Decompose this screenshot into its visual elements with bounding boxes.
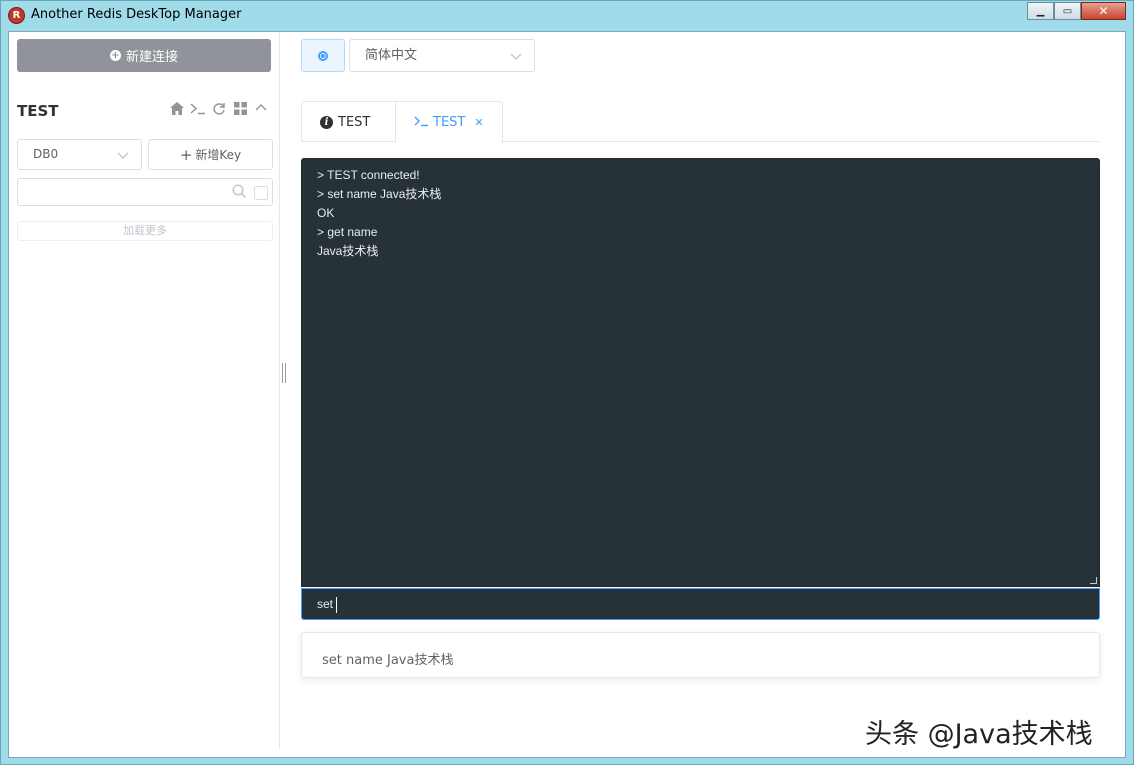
console-line: OK bbox=[317, 206, 335, 220]
collapse-icon[interactable] bbox=[253, 102, 269, 120]
tab-bar: i TEST TEST ✕ bbox=[301, 101, 1100, 143]
exact-search-checkbox[interactable] bbox=[254, 186, 268, 200]
console-line: > set name Java技术栈 bbox=[317, 187, 442, 201]
new-connection-label: 新建连接 bbox=[125, 50, 178, 65]
autocomplete-item[interactable]: set name Java技术栈 bbox=[302, 633, 1099, 679]
window-title: Another Redis DeskTop Manager bbox=[31, 7, 242, 22]
plus-icon: + bbox=[179, 145, 193, 164]
console-line: > get name bbox=[317, 225, 378, 239]
chevron-down-icon bbox=[117, 140, 129, 169]
close-icon[interactable]: ✕ bbox=[474, 116, 483, 129]
terminal-icon bbox=[414, 115, 429, 131]
home-icon[interactable] bbox=[169, 102, 185, 120]
theme-toggle-button[interactable] bbox=[301, 39, 345, 72]
plus-circle-icon: + bbox=[109, 50, 121, 61]
panel-splitter[interactable] bbox=[282, 363, 286, 383]
language-select-value: 简体中文 bbox=[365, 48, 418, 63]
app-window: R Another Redis DeskTop Manager ▁ ▭ ✕ + … bbox=[0, 0, 1134, 765]
database-select[interactable]: DB0 bbox=[17, 139, 142, 170]
sidebar: + 新建连接 TEST DB0 + 新增Key 加载更多 bbox=[9, 32, 280, 749]
chevron-down-icon bbox=[510, 40, 522, 71]
app-logo-icon: R bbox=[8, 7, 25, 24]
refresh-icon[interactable] bbox=[211, 102, 227, 120]
autocomplete-dropdown: set name Java技术栈 bbox=[301, 632, 1100, 678]
tab-status[interactable]: i TEST bbox=[301, 101, 396, 142]
key-search-input[interactable] bbox=[17, 178, 273, 206]
connection-name[interactable]: TEST bbox=[17, 102, 59, 120]
theme-icon bbox=[318, 50, 328, 61]
terminal-icon[interactable] bbox=[190, 102, 206, 120]
new-key-label: 新增Key bbox=[195, 148, 242, 162]
watermark: 头条 @Java技术栈 bbox=[865, 719, 1093, 750]
close-window-button[interactable]: ✕ bbox=[1081, 2, 1126, 20]
client-area: + 新建连接 TEST DB0 + 新增Key 加载更多 简体中文 i TEST… bbox=[8, 31, 1126, 758]
grid-icon[interactable] bbox=[232, 102, 248, 120]
new-key-button[interactable]: + 新增Key bbox=[148, 139, 273, 170]
console-line: Java技术栈 bbox=[317, 244, 379, 258]
info-icon: i bbox=[320, 115, 333, 129]
console-line: > TEST connected! bbox=[317, 168, 420, 182]
command-input[interactable]: set bbox=[301, 588, 1100, 620]
database-select-value: DB0 bbox=[33, 147, 59, 161]
tab-console[interactable]: TEST ✕ bbox=[395, 101, 503, 143]
window-controls: ▁ ▭ ✕ bbox=[1027, 2, 1126, 20]
minimize-button[interactable]: ▁ bbox=[1027, 2, 1054, 20]
tab-label: TEST bbox=[433, 115, 466, 130]
maximize-button[interactable]: ▭ bbox=[1054, 2, 1081, 20]
tab-label: TEST bbox=[338, 114, 371, 130]
console-output[interactable]: > TEST connected! > set name Java技术栈 OK … bbox=[301, 158, 1100, 587]
new-connection-button[interactable]: + 新建连接 bbox=[17, 39, 271, 72]
command-input-value: set bbox=[317, 597, 334, 611]
resize-handle[interactable] bbox=[1090, 577, 1097, 584]
text-caret bbox=[336, 596, 338, 613]
title-bar: R Another Redis DeskTop Manager ▁ ▭ ✕ bbox=[1, 1, 1133, 31]
search-icon[interactable] bbox=[232, 184, 246, 198]
load-more-button[interactable]: 加载更多 bbox=[17, 221, 273, 241]
language-select[interactable]: 简体中文 bbox=[349, 39, 535, 72]
connection-toolbar bbox=[169, 102, 269, 120]
